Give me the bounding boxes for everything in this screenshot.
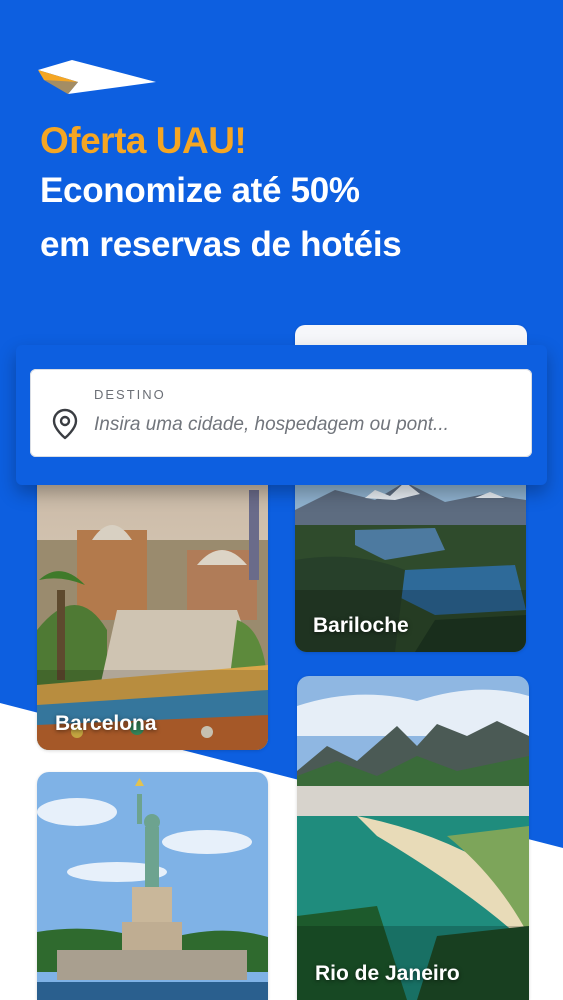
destination-card-barcelona[interactable]: Barcelona	[37, 470, 268, 750]
rio-de-janeiro-image	[297, 676, 529, 1000]
search-label: DESTINO	[94, 387, 166, 402]
promo-kicker: Oferta UAU!	[40, 120, 247, 161]
barcelona-image	[37, 470, 268, 750]
destination-search-field[interactable]: DESTINO	[30, 369, 532, 457]
destination-search-input[interactable]	[94, 411, 514, 439]
location-pin-icon	[52, 408, 78, 440]
destination-card-statue-of-liberty[interactable]	[37, 772, 268, 1000]
promo-headline: Oferta UAU! Economize até 50% em reserva…	[40, 118, 540, 272]
promo-line-1: Economize até 50%	[40, 171, 360, 210]
destination-name: Rio de Janeiro	[315, 962, 460, 985]
destination-card-bariloche[interactable]: Bariloche	[295, 470, 526, 652]
statue-of-liberty-image	[37, 772, 268, 1000]
search-panel: DESTINO	[16, 345, 547, 485]
destination-card-rio-de-janeiro[interactable]: Rio de Janeiro	[297, 676, 529, 1000]
promo-line-2: em reservas de hotéis	[40, 225, 402, 264]
destination-name: Barcelona	[55, 712, 157, 735]
brand-logo	[38, 60, 156, 94]
destination-name: Bariloche	[313, 614, 409, 637]
